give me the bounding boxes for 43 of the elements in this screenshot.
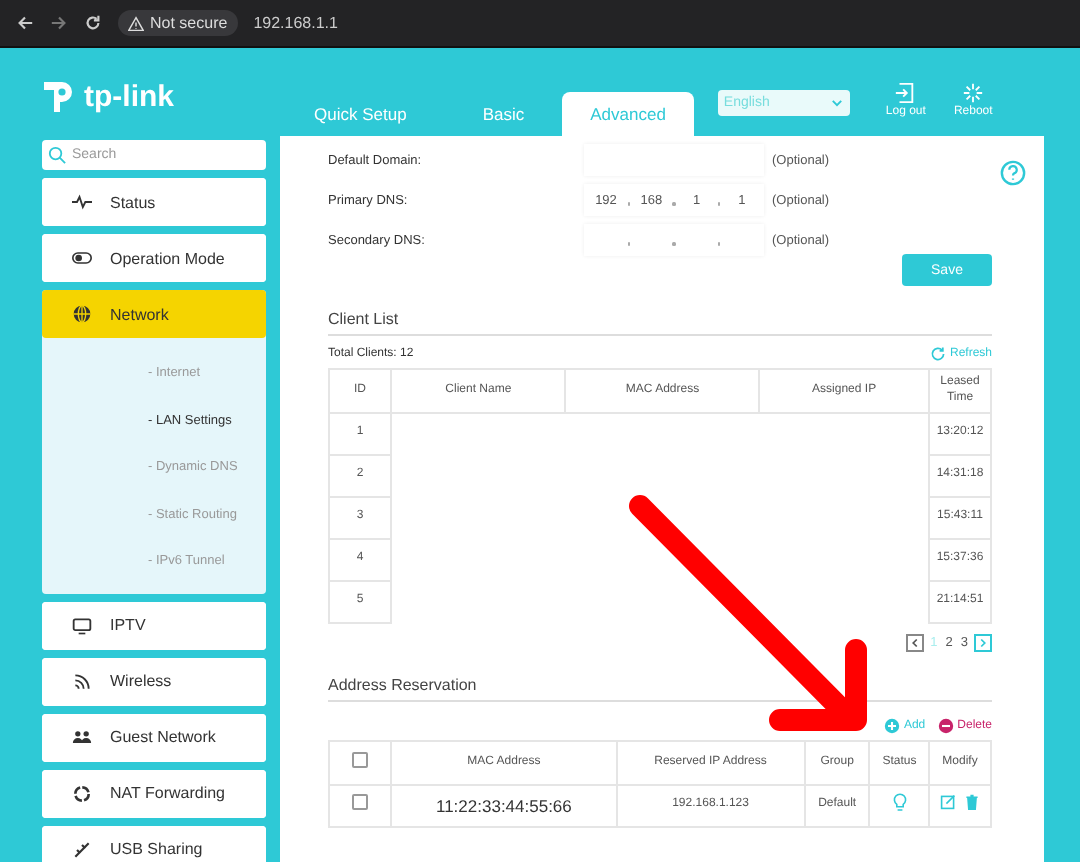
chevron-right-icon [976, 636, 990, 650]
signal-icon [72, 671, 92, 691]
checkbox[interactable] [352, 751, 368, 768]
chevron-left-icon [908, 636, 923, 650]
sidebar-item[interactable]: Operation Mode [42, 234, 266, 282]
section-title: Address Reservation [328, 676, 992, 702]
chevron-down-icon [829, 95, 844, 109]
sidebar-item[interactable]: Network [42, 290, 266, 338]
checkbox[interactable] [352, 794, 368, 811]
plus-circle-icon [883, 718, 900, 734]
sidebar-item[interactable]: NAT Forwarding [42, 769, 266, 817]
toggle-icon [72, 248, 92, 268]
edit-icon[interactable] [940, 794, 957, 811]
sidebar-item[interactable]: Status [42, 178, 266, 226]
sidebar-item[interactable]: Wireless [42, 657, 266, 705]
table-cell: 11:22:33:44:55:66 [391, 785, 617, 827]
reload-icon[interactable] [84, 14, 102, 32]
refresh-icon [929, 346, 946, 362]
help-icon[interactable] [1000, 160, 1026, 186]
sidebar-item[interactable]: USB Sharing [42, 825, 266, 862]
search-icon [48, 146, 66, 164]
monitor-icon [72, 615, 92, 635]
logout-icon [894, 82, 917, 104]
globe-icon [72, 304, 92, 324]
minus-circle-icon [937, 718, 954, 734]
cycle-icon [72, 783, 92, 803]
people-icon [72, 727, 92, 747]
section-title: Client List [328, 310, 992, 336]
forward-icon[interactable] [50, 14, 68, 32]
sidebar-item[interactable]: IPTV [42, 601, 266, 649]
trash-icon[interactable] [963, 794, 980, 811]
url-text[interactable]: 192.168.1.1 [253, 14, 338, 32]
sidebar-item[interactable]: Guest Network [42, 713, 266, 761]
usb-icon [72, 839, 92, 859]
back-icon[interactable] [16, 14, 34, 32]
lightbulb-icon[interactable] [891, 792, 908, 813]
security-indicator[interactable]: Not secure [118, 10, 238, 36]
next-page-button[interactable] [974, 634, 992, 652]
previous-page-button[interactable] [906, 634, 925, 652]
logo: tp-link [40, 76, 276, 116]
reboot-icon [962, 82, 985, 104]
pulse-icon [72, 192, 92, 212]
warning-icon [128, 15, 144, 31]
